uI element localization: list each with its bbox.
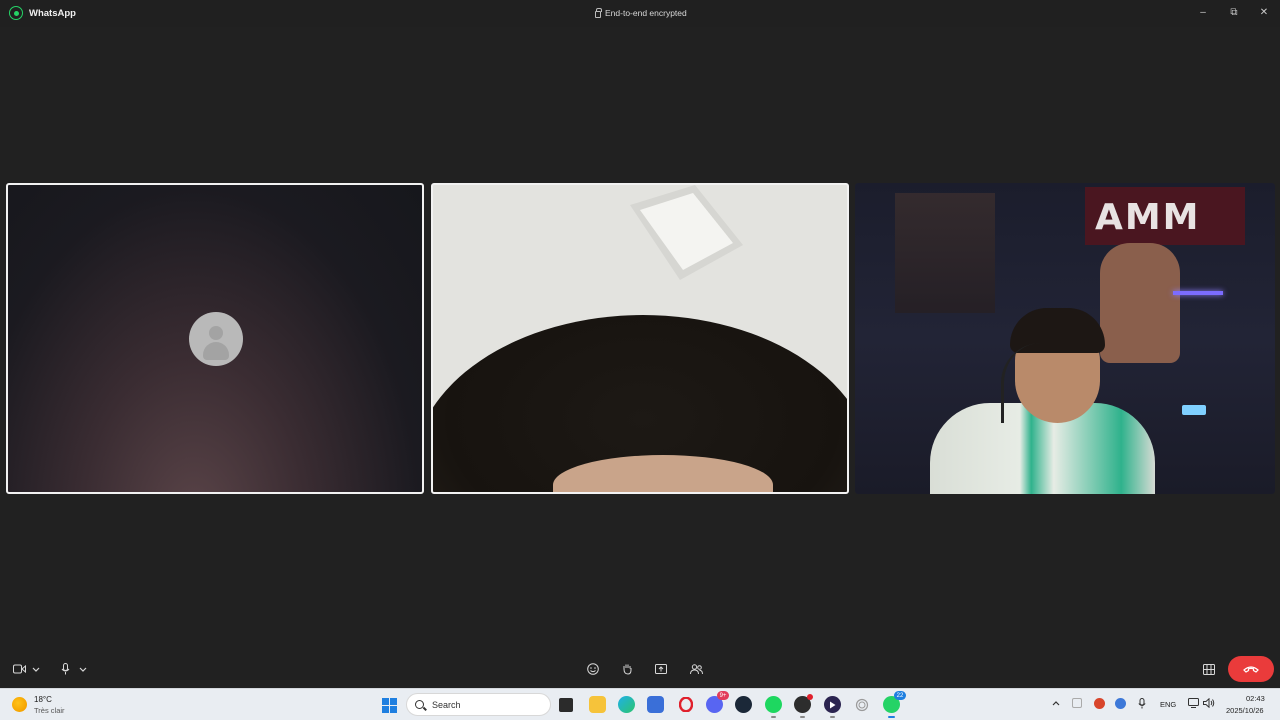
share-screen-icon[interactable] xyxy=(653,660,669,678)
search-icon xyxy=(415,700,424,709)
store-icon[interactable] xyxy=(647,696,664,713)
taskbar-time[interactable]: 02:43 xyxy=(1246,694,1265,703)
call-controls-bar xyxy=(0,650,1280,688)
ceiling-light xyxy=(630,185,743,280)
media-player-icon[interactable] xyxy=(824,696,841,718)
tray-cloud-icon[interactable] xyxy=(1115,698,1126,709)
tray-sync-icon[interactable] xyxy=(1094,698,1105,709)
app-title: WhatsApp xyxy=(29,8,76,19)
emoji-icon[interactable] xyxy=(585,660,601,678)
wall-poster xyxy=(895,193,995,313)
video-camera-icon[interactable] xyxy=(11,660,27,678)
spotify-icon[interactable] xyxy=(765,696,782,718)
tray-microphone-icon[interactable] xyxy=(1138,698,1146,711)
banner-text: AMM xyxy=(1095,197,1201,238)
title-bar: WhatsApp End-to-end encrypted – ⧉ ✕ xyxy=(0,0,1280,27)
weather-sun-icon[interactable] xyxy=(12,697,27,712)
app-with-red-dot-icon[interactable] xyxy=(794,694,813,718)
circle-app-icon[interactable] xyxy=(853,696,870,713)
close-button[interactable]: ✕ xyxy=(1252,3,1276,21)
minimize-button[interactable]: – xyxy=(1191,3,1215,21)
avatar-body xyxy=(203,342,229,360)
start-button-windows-icon[interactable] xyxy=(382,698,397,713)
add-people-icon[interactable] xyxy=(688,660,704,678)
discord-icon[interactable]: 9+ xyxy=(706,691,729,713)
network-icon[interactable] xyxy=(1188,698,1199,710)
taskbar-search-box[interactable]: Search xyxy=(406,693,551,716)
microphone-icon[interactable] xyxy=(58,660,72,678)
search-placeholder: Search xyxy=(432,699,461,710)
end-call-button[interactable] xyxy=(1228,656,1274,682)
lock-icon xyxy=(595,7,602,18)
avatar-head xyxy=(209,326,223,340)
avatar xyxy=(189,312,243,366)
encryption-label: End-to-end encrypted xyxy=(605,8,687,18)
task-view-icon[interactable] xyxy=(559,698,573,712)
weather-temperature[interactable]: 18°C xyxy=(34,695,52,704)
weather-description[interactable]: Très clair xyxy=(34,706,65,715)
whatsapp-logo-icon xyxy=(9,6,23,20)
windows-taskbar: 18°C Très clair Search 9+ 22 ENG 02:43 2… xyxy=(0,688,1280,720)
discord-badge: 9+ xyxy=(717,691,729,700)
participant-tile-video-2[interactable]: AMM xyxy=(855,183,1275,494)
whatsapp-badge: 22 xyxy=(894,691,906,700)
video-options-chevron-icon[interactable] xyxy=(30,660,42,678)
notification-dot xyxy=(807,694,813,700)
file-explorer-icon[interactable] xyxy=(589,696,606,713)
encryption-notice: End-to-end encrypted xyxy=(595,7,687,18)
neon-light xyxy=(1173,291,1223,295)
participant-tile-video-1[interactable] xyxy=(431,183,849,494)
wall-banner: AMM xyxy=(1085,187,1245,245)
language-indicator[interactable]: ENG xyxy=(1160,700,1176,709)
edge-browser-icon[interactable] xyxy=(618,696,635,713)
tray-app-icon[interactable] xyxy=(1072,698,1082,708)
steam-icon[interactable] xyxy=(735,696,752,713)
show-hidden-icons-chevron-icon[interactable] xyxy=(1052,698,1060,708)
phone-hangup-icon xyxy=(1243,666,1259,673)
opera-icon[interactable] xyxy=(677,696,694,713)
maximize-button[interactable]: ⧉ xyxy=(1222,3,1246,21)
blue-glow xyxy=(1182,405,1206,415)
participant-tile-avatar[interactable] xyxy=(6,183,424,494)
taskbar-date[interactable]: 2025/10/26 xyxy=(1226,706,1264,715)
whatsapp-taskbar-icon[interactable]: 22 xyxy=(883,691,906,718)
volume-icon[interactable] xyxy=(1203,697,1215,710)
layout-grid-icon[interactable] xyxy=(1201,660,1217,678)
raise-hand-icon[interactable] xyxy=(619,660,635,678)
mic-options-chevron-icon[interactable] xyxy=(77,660,89,678)
